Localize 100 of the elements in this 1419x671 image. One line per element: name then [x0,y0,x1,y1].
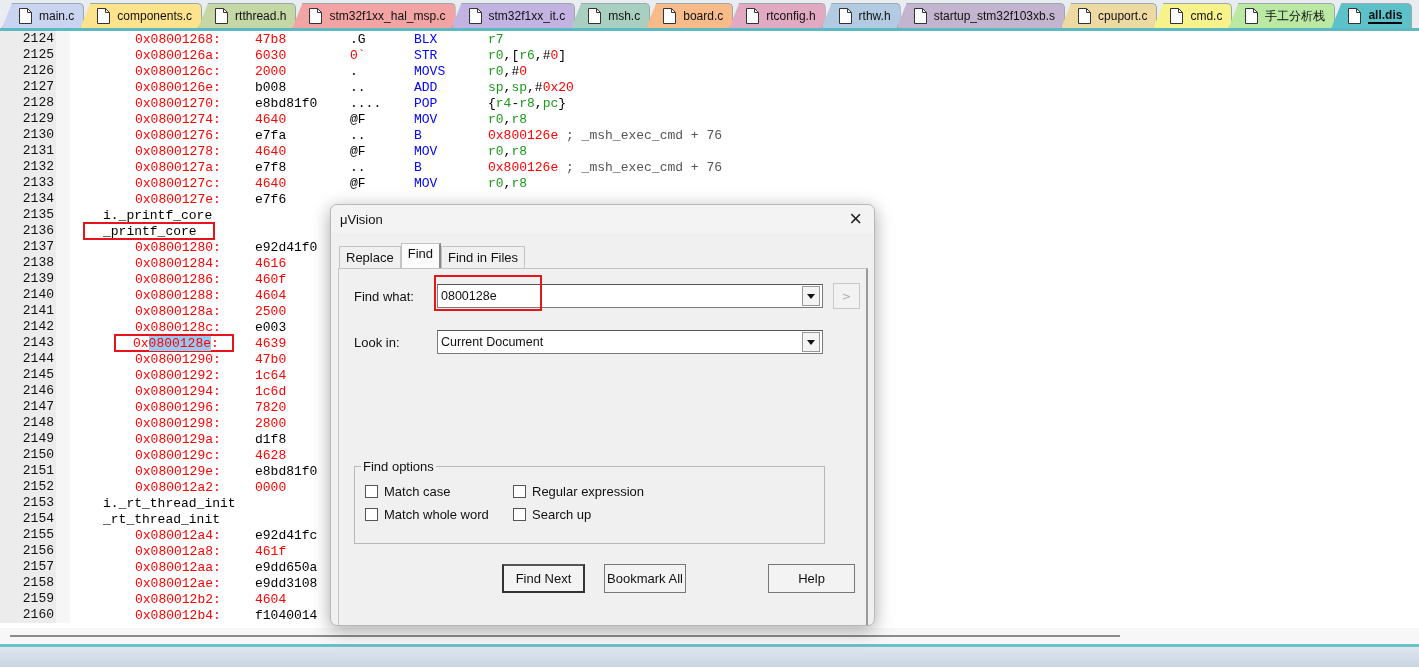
address-text: 0x0800128e: [133,335,219,351]
dialog-tab[interactable]: Find in Files [441,246,526,268]
file-tab[interactable]: cmd.c [1153,3,1233,28]
line-number: 2133 [0,175,70,191]
document-icon [1348,8,1362,24]
mnemonic-text: ADD [414,79,439,95]
line-number: 2130 [0,127,70,143]
address-text: 0x08001298: [135,415,221,431]
label-text: _rt_thread_init [103,511,221,527]
ascii-text: .G [350,31,367,47]
dialog-tab[interactable]: Find [400,243,441,268]
address-text: 0x0800129c: [135,447,221,463]
line-number: 2144 [0,351,70,367]
address-text: 0x0800127a: [135,159,221,175]
hex-text: 4616 [255,255,288,271]
dialog-button[interactable]: Bookmark All [604,564,686,593]
checkbox-option[interactable]: Match case [365,484,513,499]
document-icon [215,8,229,24]
hex-text: e8bd81f0 [255,95,319,111]
line-number: 2152 [0,479,70,495]
line-number: 2156 [0,543,70,559]
close-button[interactable]: × [845,208,866,230]
hex-text: e9dd3108 [255,575,319,591]
dialog-tab[interactable]: Replace [339,246,401,268]
document-icon [97,8,111,24]
file-tab[interactable]: all.dis [1331,3,1413,28]
line-number: 2139 [0,271,70,287]
line-number: 2134 [0,191,70,207]
line-number: 2140 [0,287,70,303]
dialog-button[interactable]: Find Next [502,564,585,593]
line-number: 2147 [0,399,70,415]
file-tab[interactable]: rtthread.h [198,3,297,28]
address-text: 0x08001296: [135,399,221,415]
address-text: 0x080012a4: [135,527,221,543]
address-text: 0x08001274: [135,111,221,127]
hex-text: 460f [255,271,288,287]
file-tab[interactable]: components.c [80,3,203,28]
file-tab[interactable]: stm32f1xx_hal_msp.c [292,3,456,28]
ascii-text: @F [350,143,367,159]
label-text: i._printf_core [103,207,213,223]
file-tab[interactable]: rthw.h [821,3,901,28]
ascii-text: .. [350,127,367,143]
operand-text: 0x800126e ; _msh_exec_cmd + 76 [488,159,723,175]
line-number: 2142 [0,319,70,335]
hex-text: 4640 [255,175,288,191]
file-tab[interactable]: 手工分析栈 [1228,3,1336,28]
hex-text: 7820 [255,399,288,415]
address-text: 0x0800126a: [135,47,221,63]
file-tab[interactable]: main.c [2,3,85,28]
mnemonic-text: MOV [414,175,439,191]
file-tab[interactable]: stm32f1xx_it.c [451,3,576,28]
operand-text: r0,r8 [488,143,528,159]
address-text: 0x08001284: [135,255,221,271]
checkbox-option[interactable]: Match whole word [365,507,513,522]
line-number: 2148 [0,415,70,431]
ascii-text: . [350,63,359,79]
mnemonic-text: B [414,127,423,143]
file-tab[interactable]: rtconfig.h [729,3,826,28]
checkbox-option[interactable]: Search up [513,507,816,522]
mnemonic-text: B [414,159,423,175]
dialog-title: μVision [340,211,383,227]
ascii-text: 0` [350,47,367,63]
address-text: 0x0800126c: [135,63,221,79]
file-tab[interactable]: cpuport.c [1061,3,1158,28]
file-tab[interactable]: board.c [646,3,734,28]
address-text: 0x08001280: [135,239,221,255]
line-number: 2124 [0,31,70,47]
address-text: 0x08001294: [135,383,221,399]
address-text: 0x08001268: [135,31,221,47]
combo-field[interactable]: 0800128e [437,284,823,308]
hex-text: e003 [255,319,288,335]
file-tab[interactable]: msh.c [571,3,651,28]
field-label: Look in: [354,334,401,350]
hex-text: 0000 [255,479,288,495]
line-number: 2154 [0,511,70,527]
hex-text: e7f6 [255,191,288,207]
document-icon [588,8,602,24]
line-number: 2157 [0,559,70,575]
document-icon [1170,8,1184,24]
document-icon [1078,8,1092,24]
hex-text: e7fa [255,127,288,143]
field-label: Find what: [354,288,415,304]
file-tab[interactable]: startup_stm32f103xb.s [896,3,1066,28]
document-icon [838,8,852,24]
address-text: 0x0800127e: [135,191,221,207]
horizontal-scrollbar[interactable] [10,635,1120,637]
hex-text: 47b0 [255,351,288,367]
address-text: 0x0800128a: [135,303,221,319]
mnemonic-text: MOV [414,143,439,159]
checkbox-option[interactable]: Regular expression [513,484,816,499]
hex-text: 6030 [255,47,288,63]
address-text: 0x08001276: [135,127,221,143]
combo-field[interactable]: Current Document [437,330,823,354]
dialog-button[interactable]: Help [768,564,855,593]
hex-text: f1040014 [255,607,319,623]
line-number: 2135 [0,207,70,223]
line-number: 2158 [0,575,70,591]
address-text: 0x080012a2: [135,479,221,495]
hex-text: 4604 [255,287,288,303]
line-number: 2128 [0,95,70,111]
